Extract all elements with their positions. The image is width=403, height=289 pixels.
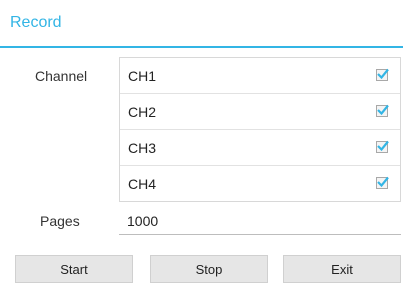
checkmark-icon xyxy=(377,68,389,80)
channel-name: CH4 xyxy=(128,176,157,192)
channel-checkbox[interactable] xyxy=(376,140,389,153)
channel-name: CH3 xyxy=(128,140,157,156)
pages-value: 1000 xyxy=(127,213,159,229)
checkmark-icon xyxy=(377,176,389,188)
channel-row-ch3[interactable]: CH3 xyxy=(120,130,400,166)
channel-checkbox[interactable] xyxy=(376,176,389,189)
stop-button[interactable]: Stop xyxy=(150,255,268,283)
checkmark-icon xyxy=(377,104,389,116)
pages-label: Pages xyxy=(40,213,80,229)
channel-list: CH1 CH2 CH3 CH4 xyxy=(119,57,401,202)
channel-row-ch1[interactable]: CH1 xyxy=(120,58,400,94)
start-button[interactable]: Start xyxy=(15,255,133,283)
channel-name: CH1 xyxy=(128,68,157,84)
channel-label: Channel xyxy=(35,68,88,84)
channel-name: CH2 xyxy=(128,104,157,120)
exit-button[interactable]: Exit xyxy=(283,255,401,283)
dialog-title: Record xyxy=(10,14,62,31)
pages-input[interactable]: 1000 xyxy=(119,204,401,235)
title-divider xyxy=(0,46,403,48)
channel-checkbox[interactable] xyxy=(376,68,389,81)
channel-checkbox[interactable] xyxy=(376,104,389,117)
channel-row-ch4[interactable]: CH4 xyxy=(120,166,400,202)
record-dialog: Record Channel CH1 CH2 CH3 CH4 Pages 100… xyxy=(0,0,403,289)
checkmark-icon xyxy=(377,140,389,152)
pages-underline xyxy=(119,234,401,235)
title-bar: Record xyxy=(0,0,403,46)
channel-row-ch2[interactable]: CH2 xyxy=(120,94,400,130)
